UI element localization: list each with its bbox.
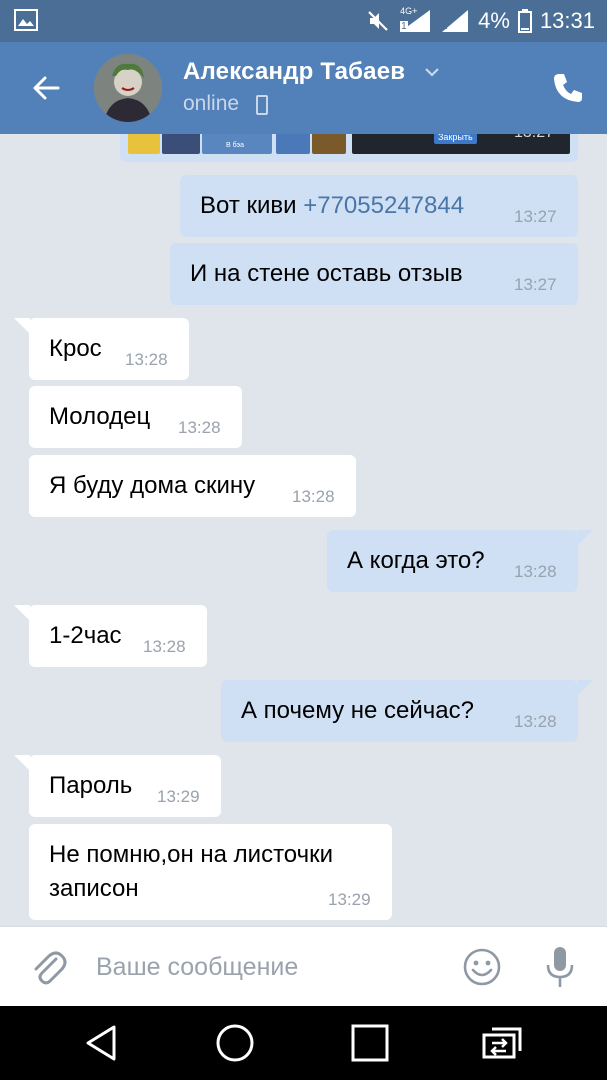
message-text-line1: Не помню,он на листочки [49,841,334,868]
message-time: 13:27 [514,207,557,226]
bubble-tail [577,530,593,546]
message-text: Вот киви [200,192,304,219]
mobile-device-icon [256,95,268,115]
attachment-preview[interactable]: B бэа Закрыть 13:27 [120,134,578,162]
sim1-label: 1 [400,21,408,32]
back-button[interactable] [26,68,66,108]
phone-link[interactable]: +77055247844 [303,192,464,219]
message-bubble-incoming[interactable]: Я буду дома скину 13:28 [29,455,356,517]
battery-percent: 4% [478,8,510,33]
message-time: 13:29 [157,787,200,806]
message-text: А когда это? [347,547,485,574]
attachment-thumb [162,134,200,154]
message-time: 13:28 [143,637,186,656]
emoji-icon[interactable] [462,947,502,987]
message-time: 13:28 [292,487,335,506]
bubble-tail [14,318,30,334]
recents-square-icon[interactable] [350,1023,390,1063]
status-indicators: 4G+ 1 2 4% 13:31 [366,6,595,34]
message-bubble-incoming[interactable]: 1-2час 13:28 [29,605,207,667]
message-time: 13:28 [514,562,557,581]
message-bubble-outgoing[interactable]: Вот киви +77055247844 13:27 [180,175,578,237]
network-type-label: 4G+ [400,6,418,16]
compose-bar [0,926,607,1006]
attachment-time: 13:27 [514,134,554,142]
attachment-close-button[interactable]: Закрыть [434,134,477,144]
message-text: А почему не сейчас? [241,697,475,724]
attachment-thumb-dark: Закрыть 13:27 [352,134,570,154]
system-nav-bar [0,1006,607,1080]
message-bubble-incoming[interactable]: Пароль 13:29 [29,755,221,817]
attachment-thumb [312,134,346,154]
message-text: Молодец [49,403,151,430]
battery-icon [517,9,532,33]
attachment-thumb [276,134,310,154]
message-bubble-incoming[interactable]: Не помню,он на листочки записон 13:29 [29,824,392,920]
message-bubble-outgoing[interactable]: И на стене оставь отзыв 13:27 [170,243,578,305]
sim2-label: 2 [442,21,448,32]
bubble-tail [14,605,30,621]
contact-name[interactable]: Александр Табаев [183,58,405,86]
chevron-down-icon[interactable] [422,62,442,82]
home-circle-icon[interactable] [215,1023,255,1063]
bubble-tail [577,680,593,696]
message-text: И на стене оставь отзыв [190,260,463,287]
paperclip-icon[interactable] [28,947,68,987]
chat-header: Александр Табаев online [0,42,607,134]
message-input[interactable] [96,947,436,987]
message-text: 1-2час [49,622,122,649]
message-text: Я буду дома скину [49,472,256,499]
status-bar: 4G+ 1 2 4% 13:31 [0,0,607,42]
message-bubble-incoming[interactable]: Крос 13:28 [29,318,189,380]
phone-icon[interactable] [550,70,586,106]
clock: 13:31 [539,8,595,33]
bubble-tail [14,755,30,771]
sim1-signal: 4G+ 1 [398,6,432,34]
message-text: Крос [49,335,102,362]
message-list[interactable]: B бэа Закрыть 13:27 Вот киви +7705524784… [0,134,607,926]
message-time: 13:27 [514,275,557,294]
contact-status: online [183,92,240,115]
message-time: 13:28 [125,350,168,369]
attachment-thumb-caption: B бэа [226,142,245,149]
sim2-signal: 2 [440,8,470,34]
attachment-thumb: B бэа [202,134,272,154]
back-triangle-icon[interactable] [82,1023,122,1063]
mute-icon [368,11,388,31]
swap-icon[interactable] [482,1023,522,1063]
microphone-icon[interactable] [542,945,578,989]
contact-avatar[interactable] [94,54,162,122]
message-text-line2: записон [49,875,139,902]
message-bubble-incoming[interactable]: Молодец 13:28 [29,386,242,448]
gallery-icon [14,9,38,31]
attachment-thumb [128,134,160,154]
message-bubble-outgoing[interactable]: А когда это? 13:28 [327,530,578,592]
message-bubble-outgoing[interactable]: А почему не сейчас? 13:28 [221,680,578,742]
message-text: Пароль [49,772,133,799]
arrow-left-icon [33,76,60,100]
message-time: 13:28 [178,418,221,437]
message-time: 13:29 [328,890,371,909]
message-time: 13:28 [514,712,557,731]
